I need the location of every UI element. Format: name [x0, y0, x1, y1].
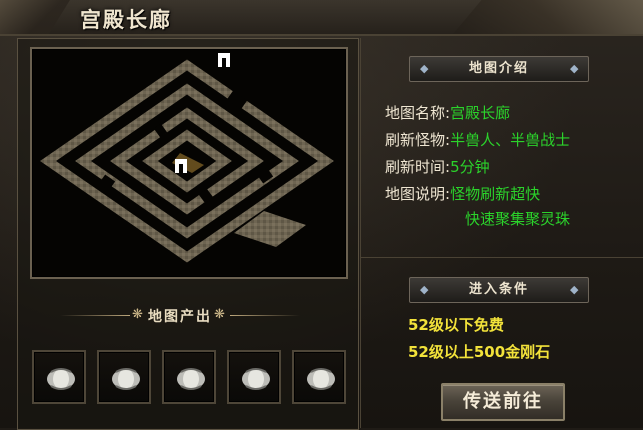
window-title: 宫殿长廊	[80, 7, 172, 32]
silver-ore-icon	[47, 368, 75, 390]
gem-icon: ◆	[570, 62, 581, 75]
item-slot[interactable]	[292, 350, 346, 404]
dragon-ornament-right	[453, 0, 643, 34]
section-divider	[360, 257, 643, 258]
monster-row: 刷新怪物:半兽人、半兽战士	[385, 129, 570, 150]
requirements-header-label: 进入条件	[468, 282, 529, 297]
intro-header-label: 地图介绍	[468, 61, 529, 76]
drops-header: ❋ 地图产出 ❋	[60, 304, 300, 326]
refresh-time-row: 刷新时间:5分钟	[385, 156, 490, 177]
requirement-line-2: 52级以上500金刚石	[408, 343, 551, 361]
scroll-ornament-icon: ❋	[214, 307, 225, 322]
monster-value: 半兽人、半兽战士	[450, 131, 571, 149]
silver-ore-icon	[112, 368, 140, 390]
maze-map-image	[40, 53, 334, 263]
map-preview	[30, 47, 348, 279]
map-name-label: 地图名称:	[385, 104, 451, 122]
map-name-value: 宫殿长廊	[450, 104, 511, 122]
description-row: 地图说明:怪物刷新超快	[385, 183, 540, 204]
intro-header: ◆ 地图介绍 ◆	[409, 56, 589, 82]
refresh-time-value: 5分钟	[450, 158, 490, 176]
silver-ore-icon	[242, 368, 270, 390]
requirement-line-1: 52级以下免费	[408, 316, 504, 334]
gem-icon: ◆	[420, 62, 431, 75]
divider-line	[230, 315, 300, 316]
drop-item-slots	[32, 350, 352, 406]
description-label: 地图说明:	[385, 185, 451, 203]
description-line-1: 怪物刷新超快	[450, 185, 541, 203]
right-panel	[360, 38, 643, 428]
gem-icon: ◆	[420, 283, 431, 296]
map-name-row: 地图名称:宫殿长廊	[385, 102, 510, 123]
refresh-time-label: 刷新时间:	[385, 158, 451, 176]
monster-label: 刷新怪物:	[385, 131, 451, 149]
dragon-ornament-left	[0, 0, 70, 34]
silver-ore-icon	[177, 368, 205, 390]
drops-title: 地图产出	[148, 309, 212, 325]
silver-ore-icon	[307, 368, 335, 390]
title-bar: 宫殿长廊	[0, 0, 643, 36]
description-line-2: 快速聚集聚灵珠	[465, 210, 571, 228]
requirements-header: ◆ 进入条件 ◆	[409, 277, 589, 303]
gem-icon: ◆	[570, 283, 581, 296]
item-slot[interactable]	[97, 350, 151, 404]
item-slot[interactable]	[162, 350, 216, 404]
item-slot[interactable]	[32, 350, 86, 404]
description-row-2: 快速聚集聚灵珠	[465, 208, 570, 229]
teleport-button[interactable]: 传送前往	[441, 383, 565, 421]
item-slot[interactable]	[227, 350, 281, 404]
